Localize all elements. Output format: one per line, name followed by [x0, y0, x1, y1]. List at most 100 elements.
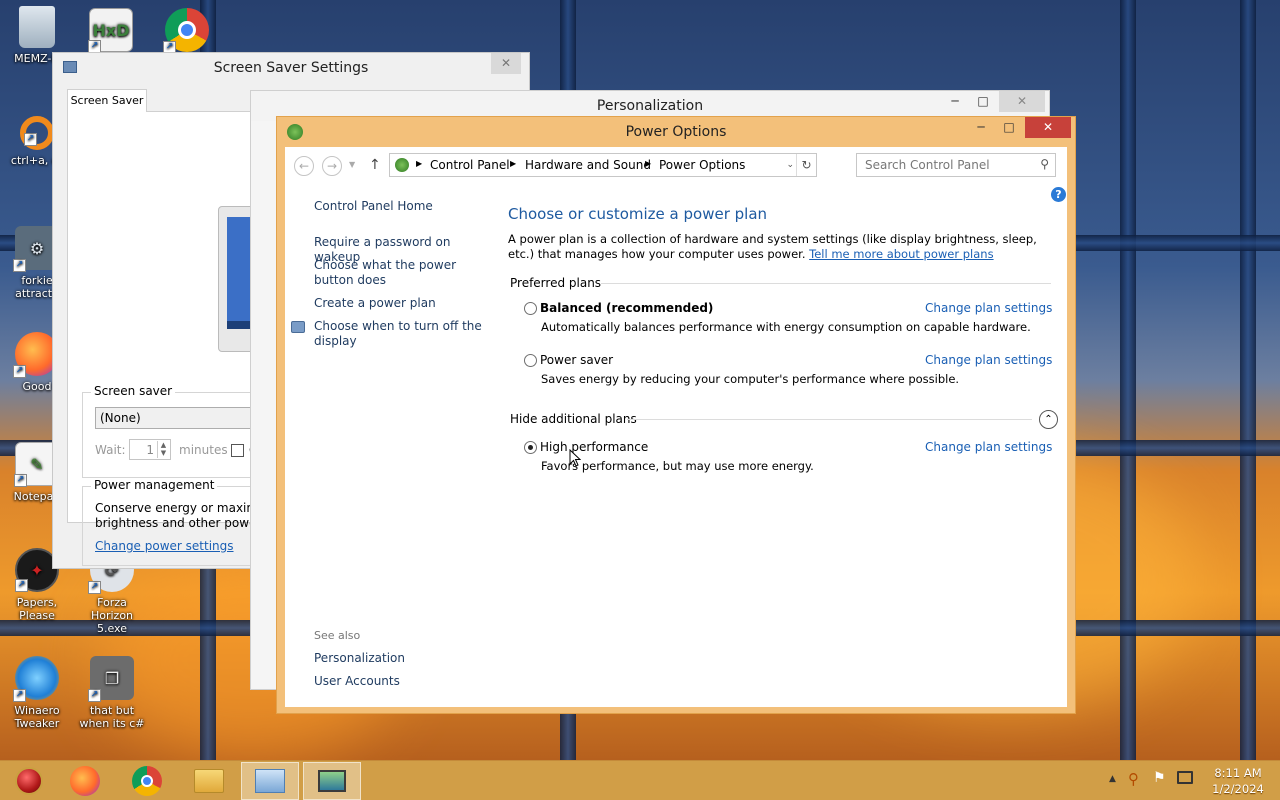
collapse-chevron-icon[interactable]: ⌃	[1039, 410, 1058, 429]
recent-dropdown-icon[interactable]: ▼	[349, 160, 355, 169]
chrome-icon: ↗	[163, 8, 209, 54]
chrome-icon	[132, 766, 162, 796]
sidebar-power-button[interactable]: Choose what the power button does	[314, 258, 484, 288]
monitor-icon	[318, 770, 346, 792]
sidebar-personalization[interactable]: Personalization	[314, 651, 405, 666]
search-tray-icon[interactable]: ⚲	[1128, 770, 1139, 788]
power-options-titlebar[interactable]: Power Options ─ □ ✕	[277, 117, 1075, 147]
shortcut-arrow-icon: ↗	[13, 689, 26, 702]
display-clock-icon	[291, 321, 305, 333]
sidebar-turn-off-display[interactable]: Choose when to turn off the display	[314, 319, 484, 349]
sidebar-create-power-plan[interactable]: Create a power plan	[314, 296, 484, 311]
shortcut-arrow-icon: ↗	[13, 259, 26, 272]
search-icon[interactable]: ⚲	[1040, 157, 1049, 171]
sidebar-user-accounts[interactable]: User Accounts	[314, 674, 400, 689]
search-box[interactable]: Search Control Panel ⚲	[856, 153, 1056, 177]
preferred-plans-heading: Preferred plans	[510, 276, 602, 290]
taskbar-screen-saver[interactable]	[303, 762, 361, 800]
action-center-flag-icon[interactable]: ⚑	[1153, 770, 1166, 786]
maximize-button[interactable]: □	[969, 91, 997, 112]
change-plan-settings-balanced[interactable]: Change plan settings	[925, 301, 1052, 315]
desktop-icon-label: Forza Horizon 5.exe	[90, 596, 134, 635]
minimize-button[interactable]: ─	[941, 91, 969, 112]
shortcut-arrow-icon: ↗	[14, 474, 27, 487]
taskbar: ▲ ⚲ ⚑ 8:11 AM 1/2/2024	[0, 760, 1280, 800]
clock[interactable]: 8:11 AM 1/2/2024	[1206, 765, 1270, 797]
desktop-icon-that-but[interactable]: ❐ ↗ that but when its c#	[75, 656, 149, 730]
clock-time: 8:11 AM	[1214, 766, 1262, 780]
page-description: A power plan is a collection of hardware…	[508, 232, 1048, 262]
learn-more-link[interactable]: Tell me more about power plans	[809, 247, 993, 261]
radio-high-performance[interactable]	[524, 441, 537, 454]
breadcrumb-hardware-sound[interactable]: Hardware and Sound	[525, 158, 651, 172]
taskbar-chrome[interactable]	[118, 762, 176, 800]
desktop-icon-label: Papers, Please	[16, 596, 58, 622]
refresh-icon[interactable]: ↻	[796, 154, 816, 176]
close-button[interactable]: ✕	[999, 91, 1045, 112]
taskbar-file-explorer[interactable]	[180, 762, 238, 800]
shortcut-arrow-icon: ↗	[88, 689, 101, 702]
plan-name-high-performance[interactable]: High performance	[540, 440, 648, 454]
firefox-icon	[70, 766, 100, 796]
screen-saver-titlebar[interactable]: Screen Saver Settings ✕	[53, 53, 529, 83]
taskbar-control-panel[interactable]	[241, 762, 299, 800]
minutes-label: minutes	[179, 443, 228, 457]
power-options-content: ← → ▼ ↑ ▶ Control Panel ▶ Hardware and S…	[285, 147, 1067, 707]
address-dropdown-icon[interactable]: ⌄	[786, 160, 794, 170]
spinner-arrows-icon[interactable]: ▲ ▼	[157, 441, 169, 458]
plan-name-power-saver[interactable]: Power saver	[540, 353, 613, 367]
plan-desc-high-performance: Favors performance, but may use more ene…	[541, 459, 814, 473]
page-title: Choose or customize a power plan	[508, 205, 768, 223]
help-icon[interactable]: ?	[1051, 187, 1066, 202]
mouse-cursor-icon	[569, 449, 581, 467]
orange-ring-icon: ↗	[20, 116, 54, 150]
sidebar-control-panel-home[interactable]: Control Panel Home	[314, 199, 433, 214]
change-plan-settings-power-saver[interactable]: Change plan settings	[925, 353, 1052, 367]
control-panel-icon	[395, 158, 409, 172]
radio-power-saver[interactable]	[524, 354, 537, 367]
network-icon[interactable]	[1177, 771, 1193, 784]
window-title: Power Options	[625, 124, 727, 140]
show-hidden-icons-arrow[interactable]: ▲	[1109, 774, 1116, 784]
search-input[interactable]: Search Control Panel	[865, 158, 990, 172]
power-options-window[interactable]: Power Options ─ □ ✕ ← → ▼ ↑ ▶ Control Pa…	[276, 116, 1076, 714]
taskbar-firefox[interactable]	[56, 762, 114, 800]
breadcrumb-separator-icon: ▶	[510, 159, 517, 168]
selected-value: (None)	[100, 411, 141, 425]
back-arrow-icon[interactable]: ←	[294, 156, 314, 176]
on-resume-checkbox[interactable]	[231, 444, 244, 457]
desktop-icon-label: Winaero Tweaker	[14, 704, 60, 730]
shortcut-arrow-icon: ↗	[13, 365, 26, 378]
divider	[601, 283, 1051, 284]
maximize-button[interactable]: □	[995, 117, 1023, 138]
address-bar[interactable]: ▶ Control Panel ▶ Hardware and Sound ▶ P…	[389, 153, 817, 177]
breadcrumb-power-options[interactable]: Power Options	[659, 158, 745, 172]
tab-screen-saver[interactable]: Screen Saver	[67, 89, 147, 112]
control-panel-icon	[255, 769, 285, 793]
group-label: Screen saver	[91, 384, 176, 398]
breadcrumb-control-panel[interactable]: Control Panel	[430, 158, 510, 172]
desktop-icon-hxd[interactable]: HxD ↗	[74, 8, 148, 56]
close-button[interactable]: ✕	[1025, 117, 1071, 138]
change-plan-settings-high-performance[interactable]: Change plan settings	[925, 440, 1052, 454]
minimize-button[interactable]: ─	[967, 117, 995, 138]
plan-desc-balanced: Automatically balances performance with …	[541, 320, 1031, 334]
change-power-settings-link[interactable]: Change power settings	[95, 539, 234, 553]
close-button[interactable]: ✕	[491, 53, 521, 74]
desktop-icon-winaero[interactable]: ↗ Winaero Tweaker	[0, 656, 74, 730]
radio-balanced[interactable]	[524, 302, 537, 315]
desktop-icon-chrome[interactable]: ↗	[150, 8, 224, 56]
forward-arrow-icon[interactable]: →	[322, 156, 342, 176]
desktop-icon-label: that but when its c#	[79, 704, 145, 730]
shortcut-arrow-icon: ↗	[24, 133, 37, 146]
stacked-windows-icon: ❐ ↗	[88, 656, 134, 702]
shortcut-arrow-icon: ↗	[15, 579, 28, 592]
folder-icon	[194, 769, 224, 793]
start-button[interactable]	[0, 762, 58, 800]
plan-desc-power-saver: Saves energy by reducing your computer's…	[541, 372, 960, 386]
ornament-start-icon	[15, 767, 43, 795]
wait-spinner[interactable]: 1 ▲ ▼	[129, 439, 171, 460]
plan-name-balanced[interactable]: Balanced (recommended)	[540, 301, 713, 315]
hide-additional-plans-heading[interactable]: Hide additional plans	[510, 412, 637, 426]
up-arrow-icon[interactable]: ↑	[369, 157, 381, 173]
